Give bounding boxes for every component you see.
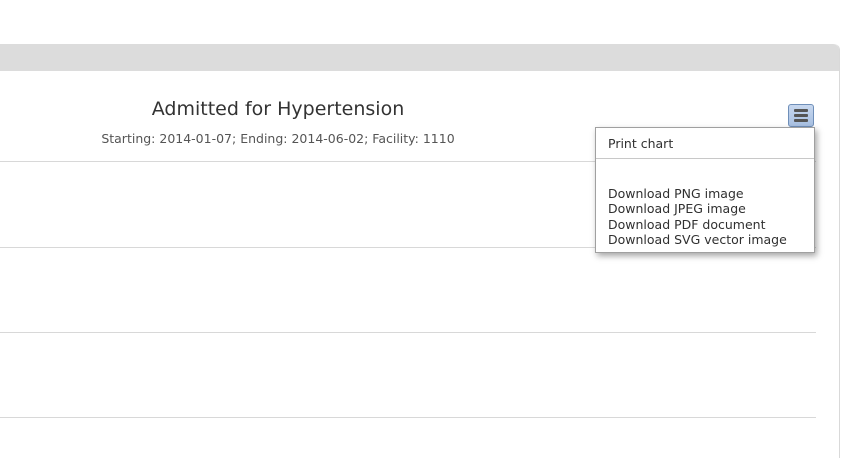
export-dropdown-menu: Print chart Download PNG image Download …: [595, 127, 815, 253]
chart-gridline: [0, 417, 816, 418]
chart-subtitle: Starting: 2014-01-07; Ending: 2014-06-02…: [101, 131, 455, 146]
menu-item-download-png[interactable]: Download PNG image: [608, 186, 744, 201]
hamburger-menu-icon: [794, 109, 808, 112]
hamburger-menu-icon-bar: [794, 119, 808, 122]
page: Admitted for Hypertension Starting: 2014…: [0, 0, 861, 458]
menu-item-print-chart[interactable]: Print chart: [608, 136, 673, 151]
chart-context-menu-button[interactable]: [788, 104, 814, 127]
menu-item-download-pdf[interactable]: Download PDF document: [608, 217, 766, 232]
menu-separator: [596, 158, 814, 159]
menu-item-download-svg[interactable]: Download SVG vector image: [608, 232, 787, 247]
chart-gridline: [0, 332, 816, 333]
chart-title: Admitted for Hypertension: [151, 98, 405, 120]
panel-header-bar: [0, 44, 839, 71]
menu-item-download-jpeg[interactable]: Download JPEG image: [608, 201, 746, 216]
hamburger-menu-icon-bar: [794, 114, 808, 117]
